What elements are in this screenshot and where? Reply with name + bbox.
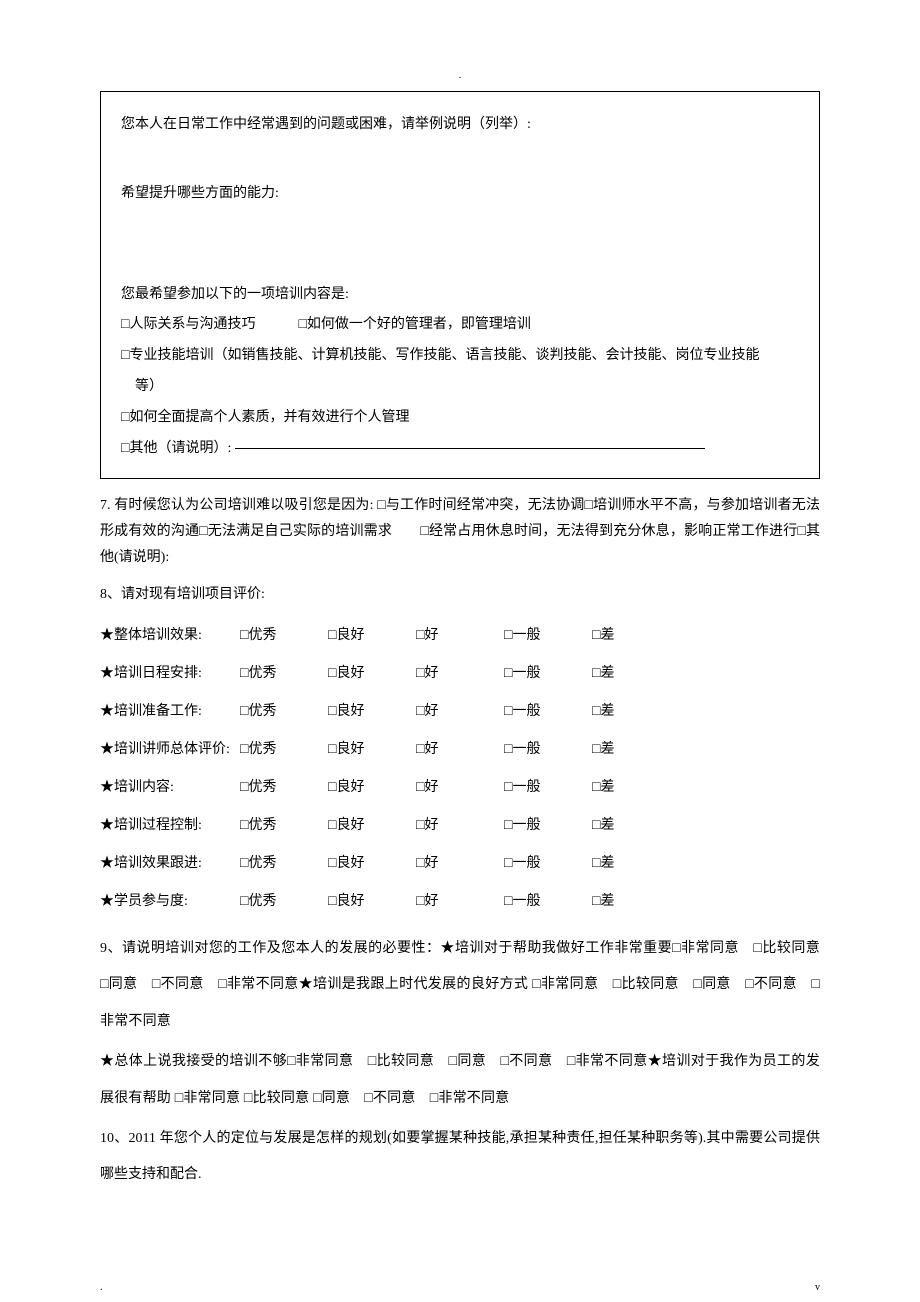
rating-option[interactable]: □优秀 — [240, 881, 328, 919]
rating-option[interactable]: □差 — [592, 729, 680, 767]
rating-label: ★培训效果跟进: — [100, 843, 240, 881]
rating-option[interactable]: □良好 — [328, 767, 416, 805]
rating-option[interactable]: □良好 — [328, 843, 416, 881]
rating-row: ★培训效果跟进:□优秀□良好□好□一般□差 — [100, 843, 680, 881]
checkbox-professional-skills[interactable]: □专业技能培训（如销售技能、计算机技能、写作技能、语言技能、谈判技能、会计技能、… — [121, 341, 799, 372]
rating-option[interactable]: □好 — [416, 653, 504, 691]
rating-label: ★整体培训效果: — [100, 615, 240, 653]
rating-option[interactable]: □差 — [592, 805, 680, 843]
training-preference-box: 您本人在日常工作中经常遇到的问题或困难，请举例说明（列举）: 希望提升哪些方面的… — [100, 91, 820, 479]
rating-row: ★培训过程控制:□优秀□良好□好□一般□差 — [100, 805, 680, 843]
rating-option[interactable]: □差 — [592, 653, 680, 691]
rating-option[interactable]: □差 — [592, 843, 680, 881]
rating-option[interactable]: □良好 — [328, 729, 416, 767]
rating-option[interactable]: □差 — [592, 691, 680, 729]
page-header-dot: . — [100, 70, 820, 81]
rating-row: ★培训日程安排:□优秀□良好□好□一般□差 — [100, 653, 680, 691]
rating-option[interactable]: □好 — [416, 843, 504, 881]
box-problems-prompt: 您本人在日常工作中经常遇到的问题或困难，请举例说明（列举）: — [121, 110, 799, 141]
question-10: 10、2011 年您个人的定位与发展是怎样的规划(如要掌握某种技能,承担某种责任… — [100, 1121, 820, 1194]
rating-option[interactable]: □好 — [416, 729, 504, 767]
rating-row: ★培训内容:□优秀□良好□好□一般□差 — [100, 767, 680, 805]
rating-option[interactable]: □优秀 — [240, 843, 328, 881]
rating-option[interactable]: □良好 — [328, 691, 416, 729]
rating-table: ★整体培训效果:□优秀□良好□好□一般□差★培训日程安排:□优秀□良好□好□一般… — [100, 615, 680, 919]
rating-row: ★学员参与度:□优秀□良好□好□一般□差 — [100, 881, 680, 919]
rating-option[interactable]: □差 — [592, 767, 680, 805]
checkbox-professional-skills-cont: 等） — [121, 372, 799, 403]
rating-option[interactable]: □优秀 — [240, 691, 328, 729]
rating-option[interactable]: □一般 — [504, 881, 592, 919]
rating-option[interactable]: □差 — [592, 881, 680, 919]
rating-option[interactable]: □良好 — [328, 653, 416, 691]
rating-label: ★培训过程控制: — [100, 805, 240, 843]
rating-option[interactable]: □良好 — [328, 805, 416, 843]
question-7: 7. 有时候您认为公司培训难以吸引您是因为: □与工作时间经常冲突，无法协调□培… — [100, 493, 820, 571]
rating-label: ★培训准备工作: — [100, 691, 240, 729]
rating-option[interactable]: □好 — [416, 691, 504, 729]
rating-option[interactable]: □一般 — [504, 805, 592, 843]
checkbox-personal-quality[interactable]: □如何全面提高个人素质，并有效进行个人管理 — [121, 403, 799, 434]
footer-left-dot: . — [100, 1282, 103, 1293]
rating-option[interactable]: □一般 — [504, 767, 592, 805]
question-9-part1: 9、请说明培训对您的工作及您本人的发展的必要性：★培训对于帮助我做好工作非常重要… — [100, 931, 820, 1040]
rating-option[interactable]: □一般 — [504, 615, 592, 653]
question-9-part2: ★总体上说我接受的培训不够□非常同意 □比较同意 □同意 □不同意 □非常不同意… — [100, 1044, 820, 1117]
rating-option[interactable]: □优秀 — [240, 767, 328, 805]
rating-option[interactable]: □好 — [416, 805, 504, 843]
other-fill-line[interactable] — [235, 448, 705, 449]
rating-option[interactable]: □良好 — [328, 615, 416, 653]
rating-option[interactable]: □一般 — [504, 729, 592, 767]
rating-option[interactable]: □一般 — [504, 843, 592, 881]
rating-option[interactable]: □优秀 — [240, 653, 328, 691]
rating-row: ★整体培训效果:□优秀□良好□好□一般□差 — [100, 615, 680, 653]
rating-label: ★培训日程安排: — [100, 653, 240, 691]
rating-option[interactable]: □优秀 — [240, 805, 328, 843]
box-training-title: 您最希望参加以下的一项培训内容是: — [121, 280, 799, 311]
checkbox-interpersonal[interactable]: □人际关系与沟通技巧 — [121, 317, 255, 332]
rating-option[interactable]: □好 — [416, 881, 504, 919]
rating-row: ★培训讲师总体评价:□优秀□良好□好□一般□差 — [100, 729, 680, 767]
rating-label: ★培训内容: — [100, 767, 240, 805]
rating-option[interactable]: □优秀 — [240, 615, 328, 653]
rating-option[interactable]: □良好 — [328, 881, 416, 919]
rating-label: ★培训讲师总体评价: — [100, 729, 240, 767]
rating-option[interactable]: □一般 — [504, 653, 592, 691]
rating-option[interactable]: □一般 — [504, 691, 592, 729]
rating-row: ★培训准备工作:□优秀□良好□好□一般□差 — [100, 691, 680, 729]
rating-option[interactable]: □好 — [416, 615, 504, 653]
checkbox-other[interactable]: □其他（请说明）: — [121, 441, 231, 456]
question-8-title: 8、请对现有培训项目评价: — [100, 583, 820, 603]
box-skills-prompt: 希望提升哪些方面的能力: — [121, 179, 799, 210]
footer-right-v: v — [815, 1282, 820, 1293]
rating-option[interactable]: □优秀 — [240, 729, 328, 767]
rating-option[interactable]: □差 — [592, 615, 680, 653]
checkbox-management[interactable]: □如何做一个好的管理者，即管理培训 — [298, 317, 530, 332]
rating-option[interactable]: □好 — [416, 767, 504, 805]
rating-label: ★学员参与度: — [100, 881, 240, 919]
